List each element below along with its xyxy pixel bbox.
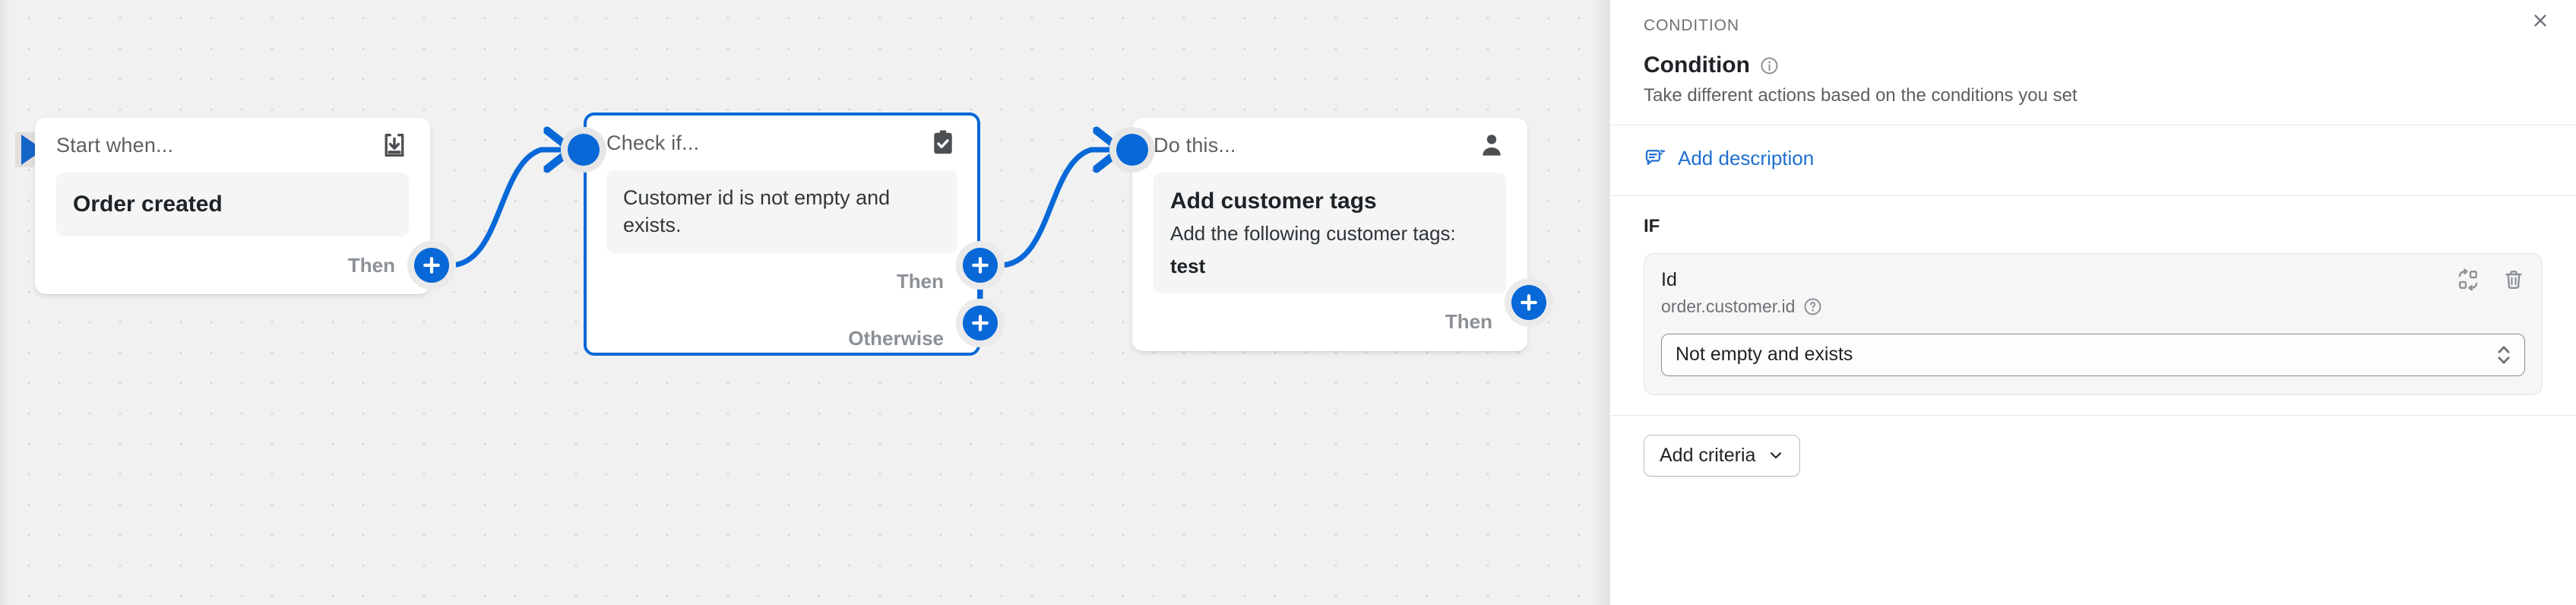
panel-title-row: Condition (1644, 52, 2543, 78)
trigger-name: Order created (73, 191, 223, 217)
delete-criteria-button[interactable] (2501, 267, 2527, 293)
panel-header: CONDITION Condition Take different actio… (1610, 0, 2576, 125)
info-circle-icon[interactable] (1760, 56, 1779, 75)
panel-eyebrow: CONDITION (1644, 17, 1739, 34)
add-criteria-label: Add criteria (1660, 444, 1756, 466)
trash-icon (2502, 268, 2525, 291)
add-criteria-button[interactable]: Add criteria (1644, 434, 1801, 477)
action-name: Add customer tags (1170, 188, 1377, 214)
panel-description: Take different actions based on the cond… (1644, 85, 2078, 106)
node-header: Check if... (606, 116, 957, 170)
clipboard-check-icon (929, 128, 957, 157)
branch-label-then: Then (1445, 310, 1492, 334)
node-card-condition[interactable]: Check if... Customer id is not empty and… (584, 112, 980, 356)
condition-summary: Customer id is not empty and exists. (623, 186, 891, 237)
close-panel-button[interactable] (2524, 5, 2556, 36)
workflow-editor: Start when... Order created Then Check i… (0, 0, 2576, 605)
customer-icon (1477, 131, 1506, 160)
node-footer-then: Then (606, 253, 957, 311)
question-circle-icon[interactable] (1803, 297, 1822, 316)
action-input-port[interactable] (1109, 127, 1155, 173)
node-body: Add customer tags Add the following cust… (1154, 173, 1506, 293)
select-chevron-updown-icon (2495, 342, 2512, 368)
node-title: Do this... (1154, 133, 1236, 157)
node-footer: Then (56, 236, 409, 294)
swap-variable-icon (2457, 268, 2479, 291)
criteria-path-row: order.customer.id (1661, 296, 2525, 317)
node-card-trigger[interactable]: Start when... Order created Then (35, 118, 430, 294)
workflow-canvas[interactable]: Start when... Order created Then Check i… (0, 0, 1609, 605)
plus-icon (1511, 285, 1546, 320)
comment-edit-icon (1644, 147, 1666, 170)
page-title: Condition (1644, 52, 1750, 78)
node-header: Start when... (56, 118, 409, 173)
add-description-button[interactable]: Add description (1644, 147, 1814, 170)
port-dot-icon (568, 134, 600, 166)
branch-label-then: Then (347, 253, 395, 277)
criteria-actions (2455, 267, 2527, 293)
if-section: IF Id order.customer.id Not empty and ex… (1610, 196, 2576, 395)
add-description-label: Add description (1678, 147, 1815, 169)
import-trigger-icon (380, 131, 409, 160)
plus-icon (963, 306, 998, 341)
branch-label-otherwise: Otherwise (848, 327, 944, 350)
if-label: IF (1644, 215, 1660, 236)
node-title: Start when... (56, 133, 174, 157)
close-icon (2532, 12, 2549, 29)
node-card-action[interactable]: Do this... Add customer tags Add the fol… (1132, 118, 1527, 351)
chevron-down-icon (1767, 447, 1784, 464)
add-step-button-trigger-then[interactable] (407, 241, 456, 290)
add-description-row: Add description (1610, 125, 2576, 195)
add-step-button-condition-then[interactable] (956, 241, 1005, 290)
add-step-button-condition-otherwise[interactable] (956, 299, 1005, 347)
plus-icon (414, 248, 449, 283)
swap-variable-button[interactable] (2455, 267, 2481, 293)
port-dot-icon (1116, 134, 1148, 166)
criteria-card: Id order.customer.id Not empty and exist… (1644, 252, 2543, 395)
node-footer-otherwise: Otherwise (606, 311, 957, 367)
condition-settings-panel: CONDITION Condition Take different actio… (1609, 0, 2576, 605)
criteria-field-name: Id (1661, 268, 1677, 290)
plus-icon (963, 248, 998, 283)
node-footer: Then (1154, 293, 1506, 351)
node-header: Do this... (1154, 118, 1506, 173)
action-description: Add the following customer tags: (1170, 222, 1456, 245)
operator-select[interactable]: Not empty and exists (1661, 333, 2525, 376)
operator-select-value: Not empty and exists (1676, 344, 1853, 365)
condition-input-port[interactable] (561, 127, 606, 173)
criteria-field-path: order.customer.id (1661, 296, 1796, 316)
add-step-button-action-then[interactable] (1505, 278, 1553, 327)
add-criteria-row: Add criteria (1610, 416, 2576, 477)
node-body: Order created (56, 173, 409, 236)
branch-label-then: Then (896, 270, 944, 293)
canvas-left-shadow (0, 0, 11, 605)
canvas-right-shadow (1590, 0, 1609, 605)
action-tag-value: test (1170, 254, 1206, 277)
node-body: Customer id is not empty and exists. (606, 170, 957, 253)
node-title: Check if... (606, 131, 700, 154)
